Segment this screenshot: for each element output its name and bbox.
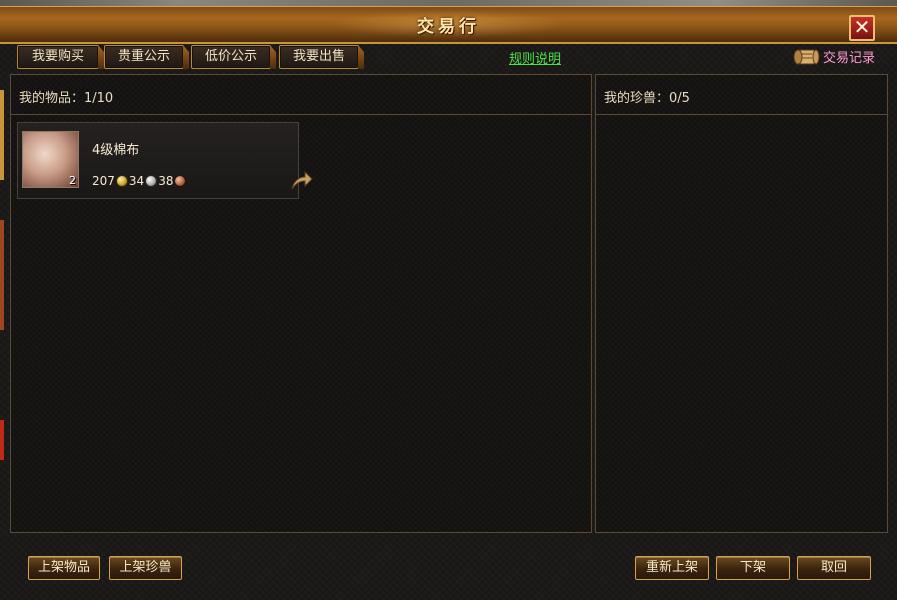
trade-window: 交易行 ✕ 我要购买 贵重公示 低价公示 我要出售 规则说明 交易记录 我的物品…: [0, 0, 897, 600]
tab-sell[interactable]: 我要出售: [279, 45, 359, 69]
delist-button-label: 下架: [739, 560, 766, 575]
tab-buy-label: 我要购买: [31, 49, 84, 64]
window-title: 交易行: [417, 17, 480, 37]
share-arrow-icon[interactable]: [290, 169, 314, 191]
tab-sell-label: 我要出售: [292, 49, 345, 64]
retrieve-button-label: 取回: [820, 560, 847, 575]
list-item-button-label: 上架物品: [37, 560, 90, 575]
copper-coin-icon: [174, 175, 187, 187]
silver-coin-icon: [145, 175, 158, 187]
tab-valuable-notice[interactable]: 贵重公示: [104, 45, 184, 69]
scroll-icon: [793, 49, 820, 65]
cotton-cloth-icon[interactable]: 2: [22, 131, 79, 188]
item-name: 4级棉布: [92, 143, 140, 158]
list-pet-button[interactable]: 上架珍兽: [109, 556, 182, 580]
price-gold: 207: [92, 174, 115, 188]
side-decoration-red-small: [0, 420, 4, 460]
close-button[interactable]: ✕: [849, 15, 875, 41]
my-items-count: 我的物品：1/10: [19, 91, 114, 106]
trade-records-label: 交易记录: [823, 51, 876, 66]
list-item[interactable]: 2 4级棉布 207 34 38: [17, 122, 313, 199]
tab-lowprice-notice[interactable]: 低价公示: [191, 45, 271, 69]
my-pets-header: 我的珍兽：0/5: [596, 75, 887, 115]
rules-link[interactable]: 规则说明: [509, 48, 561, 67]
my-items-header: 我的物品：1/10: [11, 75, 591, 115]
delist-button[interactable]: 下架: [716, 556, 790, 580]
close-icon: ✕: [853, 15, 871, 39]
tab-buy[interactable]: 我要购买: [17, 45, 99, 69]
item-quantity: 2: [69, 174, 76, 187]
my-pets-panel: 我的珍兽：0/5: [595, 74, 888, 533]
list-item-button[interactable]: 上架物品: [28, 556, 100, 580]
price-copper: 38: [158, 174, 174, 188]
gold-coin-icon: [115, 175, 128, 187]
price-silver: 34: [128, 174, 145, 188]
my-pets-count: 我的珍兽：0/5: [604, 91, 690, 106]
tab-lowprice-notice-label: 低价公示: [204, 49, 257, 64]
side-decoration-gold: [0, 90, 4, 180]
relist-button[interactable]: 重新上架: [635, 556, 709, 580]
title-bar[interactable]: 交易行 ✕: [0, 6, 897, 44]
item-price: 207 34 38: [92, 174, 187, 188]
tab-valuable-notice-label: 贵重公示: [117, 49, 170, 64]
side-decoration-red: [0, 220, 4, 330]
retrieve-button[interactable]: 取回: [797, 556, 871, 580]
relist-button-label: 重新上架: [645, 560, 698, 575]
list-pet-button-label: 上架珍兽: [119, 560, 172, 575]
